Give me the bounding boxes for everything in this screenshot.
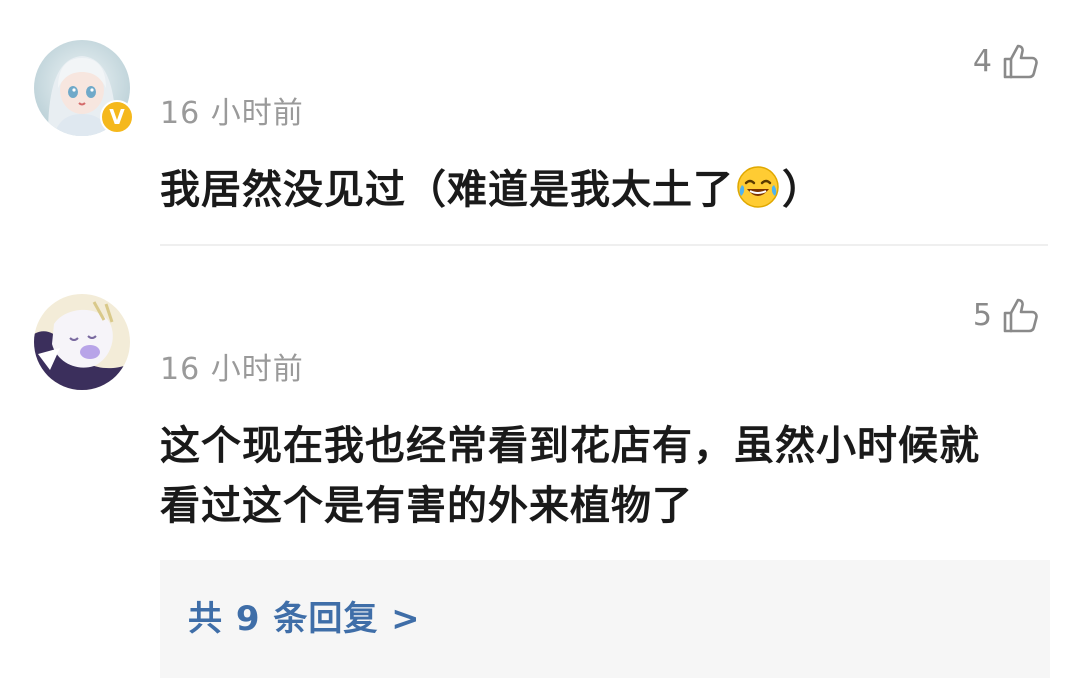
replies-count-link[interactable]: 共 9 条回复 > [188, 597, 421, 641]
like-count: 5 [972, 298, 992, 333]
comment-list: V 16 小时前 4 我居然没见过（难道是我太土了 ） 16 小时前 5 这个现… [0, 0, 1080, 681]
comment-text-part: 我居然没见过（难道是我太土了 [160, 167, 734, 213]
divider [160, 244, 1048, 246]
comment-text: 我居然没见过（难道是我太土了 ） [160, 160, 1020, 220]
user-avatar-anime-character-icon [34, 294, 130, 390]
laughing-crying-emoji-icon [737, 166, 779, 208]
comment-time: 16 小时前 [160, 96, 304, 131]
thumbs-up-icon [1003, 298, 1038, 333]
comment-text: 这个现在我也经常看到花店有，虽然小时候就看过这个是有害的外来植物了 [160, 423, 980, 529]
verified-badge-icon: V [100, 100, 134, 134]
thumbs-up-icon [1003, 44, 1038, 79]
like-button[interactable]: 4 [973, 42, 1040, 82]
comment-item: V 16 小时前 4 我居然没见过（难道是我太土了 ） [0, 0, 1080, 250]
comment-text-part: ） [782, 167, 823, 213]
like-button[interactable]: 5 [973, 296, 1040, 336]
comment-item: 16 小时前 5 这个现在我也经常看到花店有，虽然小时候就看过这个是有害的外来植… [0, 250, 1080, 681]
comment-time: 16 小时前 [160, 352, 304, 387]
avatar[interactable] [34, 294, 130, 390]
like-count: 4 [972, 44, 992, 79]
view-replies-button[interactable]: 共 9 条回复 > [160, 560, 1050, 678]
